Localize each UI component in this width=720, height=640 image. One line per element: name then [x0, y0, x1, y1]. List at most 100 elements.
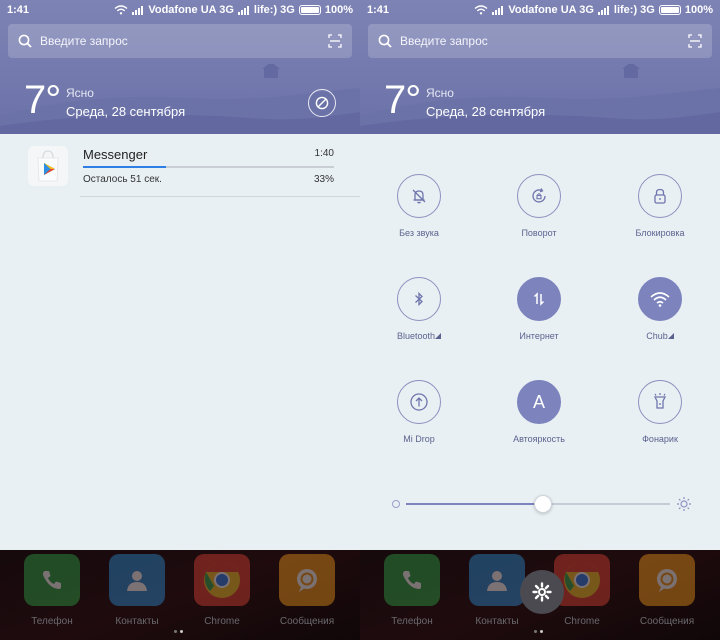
toggle-wifi[interactable]: Chub — [610, 277, 710, 341]
search-icon — [378, 34, 392, 48]
dock-app-chrome[interactable]: Chrome — [182, 554, 262, 627]
quick-toggles: Без звука Поворот Блокировка Bluetooth Интер… — [360, 134, 720, 550]
temperature: 7° — [384, 78, 421, 122]
phone-icon — [384, 554, 440, 606]
home-dock: Телефон Контакты Chrome Сообщения — [0, 550, 360, 640]
dock-app-messages[interactable]: Сообщения — [627, 554, 707, 627]
scan-icon[interactable] — [328, 34, 342, 48]
gear-icon — [532, 582, 552, 602]
dock-label: Сообщения — [279, 616, 335, 627]
dock-label: Телефон — [31, 616, 73, 627]
status-bar: 1:41 Vodafone UA 3G life:) 3G 100% — [0, 0, 360, 20]
dock-label: Chrome — [204, 616, 240, 627]
slider-thumb[interactable] — [534, 495, 553, 513]
toggle-mi-drop[interactable]: Mi Drop — [369, 380, 469, 444]
bell-off-icon — [397, 174, 441, 218]
carrier-2: life:) 3G — [253, 4, 295, 16]
battery-level: 100% — [684, 4, 713, 16]
page-indicator — [534, 620, 548, 633]
page-indicator — [174, 620, 188, 633]
weather-date: Среда, 28 сентября — [426, 104, 546, 119]
notification-title: Messenger — [83, 147, 148, 162]
rotate-lock-icon — [517, 174, 561, 218]
signal-icon — [132, 5, 144, 15]
notification-time: 1:40 — [314, 148, 334, 159]
carrier-1: Vodafone UA 3G — [148, 4, 234, 16]
toggle-flashlight[interactable]: Фонарик — [610, 380, 710, 444]
toggle-label: Фонарик — [642, 434, 678, 444]
brightness-low-icon — [392, 500, 400, 508]
dock-app-contacts[interactable]: Контакты — [97, 554, 177, 627]
toggle-data-transfer[interactable]: Интернет — [489, 277, 589, 341]
search-placeholder: Введите запрос — [40, 34, 128, 48]
wifi-icon — [638, 277, 682, 321]
toggle-label: Mi Drop — [403, 434, 435, 444]
search-icon — [18, 34, 32, 48]
brightness-high-icon — [677, 497, 691, 511]
weather-info: Ясно Среда, 28 сентября — [426, 86, 545, 119]
download-notification[interactable]: Messenger 1:40 Осталось 51 сек. 33% — [0, 134, 360, 197]
data-transfer-icon — [517, 277, 561, 321]
toggle-bell-off[interactable]: Без звука — [369, 174, 469, 238]
toggle-auto-brightness[interactable]: A Автояркость — [489, 380, 589, 444]
screenshot-pair: 1:41 Vodafone UA 3G life:) 3G 100% Введи… — [0, 0, 720, 640]
dock-app-phone[interactable]: Телефон — [12, 554, 92, 627]
auto-brightness-icon: A — [517, 380, 561, 424]
carrier-1: Vodafone UA 3G — [508, 4, 594, 16]
play-store-icon — [28, 146, 68, 186]
phone-icon — [24, 554, 80, 606]
status-indicators: Vodafone UA 3G life:) 3G 100% — [114, 4, 353, 16]
contacts-icon — [109, 554, 165, 606]
status-bar: 1:41 Vodafone UA 3G life:) 3G 100% — [360, 0, 720, 20]
dock-app-phone[interactable]: Телефон — [372, 554, 452, 627]
toggle-rotate-lock[interactable]: Поворот — [489, 174, 589, 238]
dock-label: Сообщения — [639, 616, 695, 627]
toggle-label: Chub — [610, 331, 710, 341]
signal-icon — [237, 5, 249, 15]
brightness-slider[interactable] — [392, 494, 692, 514]
notification-shade-panel: 1:41 Vodafone UA 3G life:) 3G 100% Введи… — [0, 0, 360, 640]
toggle-label: Поворот — [521, 228, 557, 238]
toggle-label: Интернет — [519, 331, 559, 341]
messages-icon — [279, 554, 335, 606]
mi-drop-icon — [397, 380, 441, 424]
signal-icon — [435, 331, 442, 341]
toggle-label: Без звука — [399, 228, 439, 238]
block-icon — [315, 96, 329, 110]
signal-icon — [667, 331, 674, 341]
weather-date: Среда, 28 сентября — [66, 104, 186, 119]
dock-label: Контакты — [475, 616, 519, 627]
contacts-icon — [469, 554, 525, 606]
slider-track-fill — [406, 503, 544, 505]
signal-icon — [597, 5, 609, 15]
settings-button[interactable] — [520, 570, 564, 614]
toggle-lock[interactable]: Блокировка — [610, 174, 710, 238]
weather-info: Ясно Среда, 28 сентября — [66, 86, 185, 119]
weather-condition: Ясно — [426, 86, 454, 100]
scan-icon[interactable] — [688, 34, 702, 48]
temperature: 7° — [24, 78, 61, 122]
weather-condition: Ясно — [66, 86, 94, 100]
signal-icon — [492, 5, 504, 15]
battery-level: 100% — [324, 4, 353, 16]
dock-label: Телефон — [391, 616, 433, 627]
divider — [80, 196, 360, 197]
search-bar[interactable]: Введите запрос — [368, 24, 712, 58]
toggle-label: Bluetooth — [369, 331, 469, 341]
clear-notifications-button[interactable] — [308, 89, 336, 117]
shade-header: 1:41 Vodafone UA 3G life:) 3G 100% Введи… — [360, 0, 720, 134]
dock-app-messages[interactable]: Сообщения — [267, 554, 347, 627]
search-bar[interactable]: Введите запрос — [8, 24, 352, 58]
status-indicators: Vodafone UA 3G life:) 3G 100% — [474, 4, 713, 16]
messages-icon — [639, 554, 695, 606]
battery-icon — [658, 5, 681, 15]
wifi-icon — [114, 5, 128, 15]
notification-list: Messenger 1:40 Осталось 51 сек. 33% — [0, 134, 360, 550]
status-time: 1:41 — [367, 4, 390, 16]
battery-icon — [298, 5, 321, 15]
flashlight-icon — [638, 380, 682, 424]
toggle-bluetooth[interactable]: Bluetooth — [369, 277, 469, 341]
toggle-label: Блокировка — [635, 228, 685, 238]
lock-icon — [638, 174, 682, 218]
carrier-2: life:) 3G — [613, 4, 655, 16]
